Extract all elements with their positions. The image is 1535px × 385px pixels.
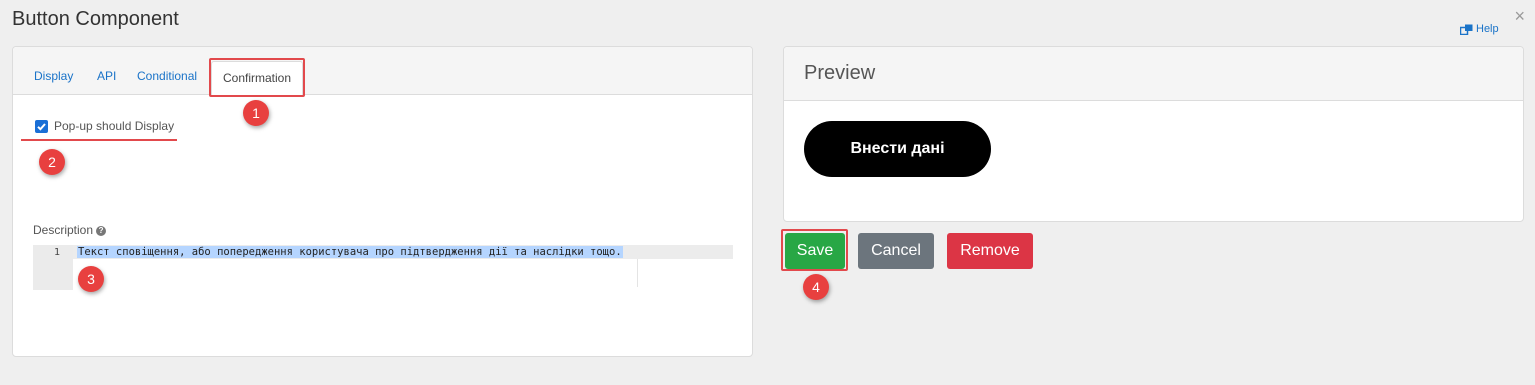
editor-text[interactable]: Текст сповіщення, або попередження корис… <box>77 246 623 258</box>
question-icon[interactable]: ? <box>96 226 107 236</box>
preview-panel: Preview Внести дані <box>783 46 1524 222</box>
popup-display-checkbox[interactable] <box>35 120 48 133</box>
annotation-badge-1: 1 <box>243 100 269 126</box>
tab-display[interactable]: Display <box>34 69 73 83</box>
line-number: 1 <box>53 247 60 258</box>
save-button[interactable]: Save <box>785 233 845 269</box>
tab-confirmation[interactable]: Confirmation <box>211 61 304 96</box>
description-label-text: Description <box>33 223 94 237</box>
remove-button[interactable]: Remove <box>947 233 1033 269</box>
cancel-button[interactable]: Cancel <box>858 233 934 269</box>
preview-title: Preview <box>784 47 1523 101</box>
help-label: Help <box>1476 23 1499 35</box>
tab-api[interactable]: API <box>97 69 116 83</box>
description-label: Description? <box>33 223 107 237</box>
annotation-badge-2: 2 <box>39 149 65 175</box>
dialog-title: Button Component <box>12 8 179 30</box>
tab-conditional[interactable]: Conditional <box>137 69 197 83</box>
edit-form-panel: Display API Conditional Confirmation Pop… <box>12 46 753 357</box>
check-icon <box>37 123 46 131</box>
popup-display-label: Pop-up should Display <box>54 119 175 133</box>
help-link[interactable]: Help <box>1460 23 1499 35</box>
print-margin <box>637 259 638 287</box>
close-icon[interactable]: × <box>1514 6 1525 27</box>
tab-bar: Display API Conditional Confirmation <box>13 47 752 96</box>
annotation-underline-popup <box>21 139 177 141</box>
annotation-badge-4: 4 <box>803 274 829 300</box>
preview-submit-button[interactable]: Внести дані <box>804 121 991 177</box>
description-code-editor[interactable]: 1 Текст сповіщення, або попередження кор… <box>33 245 733 290</box>
annotation-badge-3: 3 <box>78 266 104 292</box>
external-link-icon <box>1460 24 1473 35</box>
